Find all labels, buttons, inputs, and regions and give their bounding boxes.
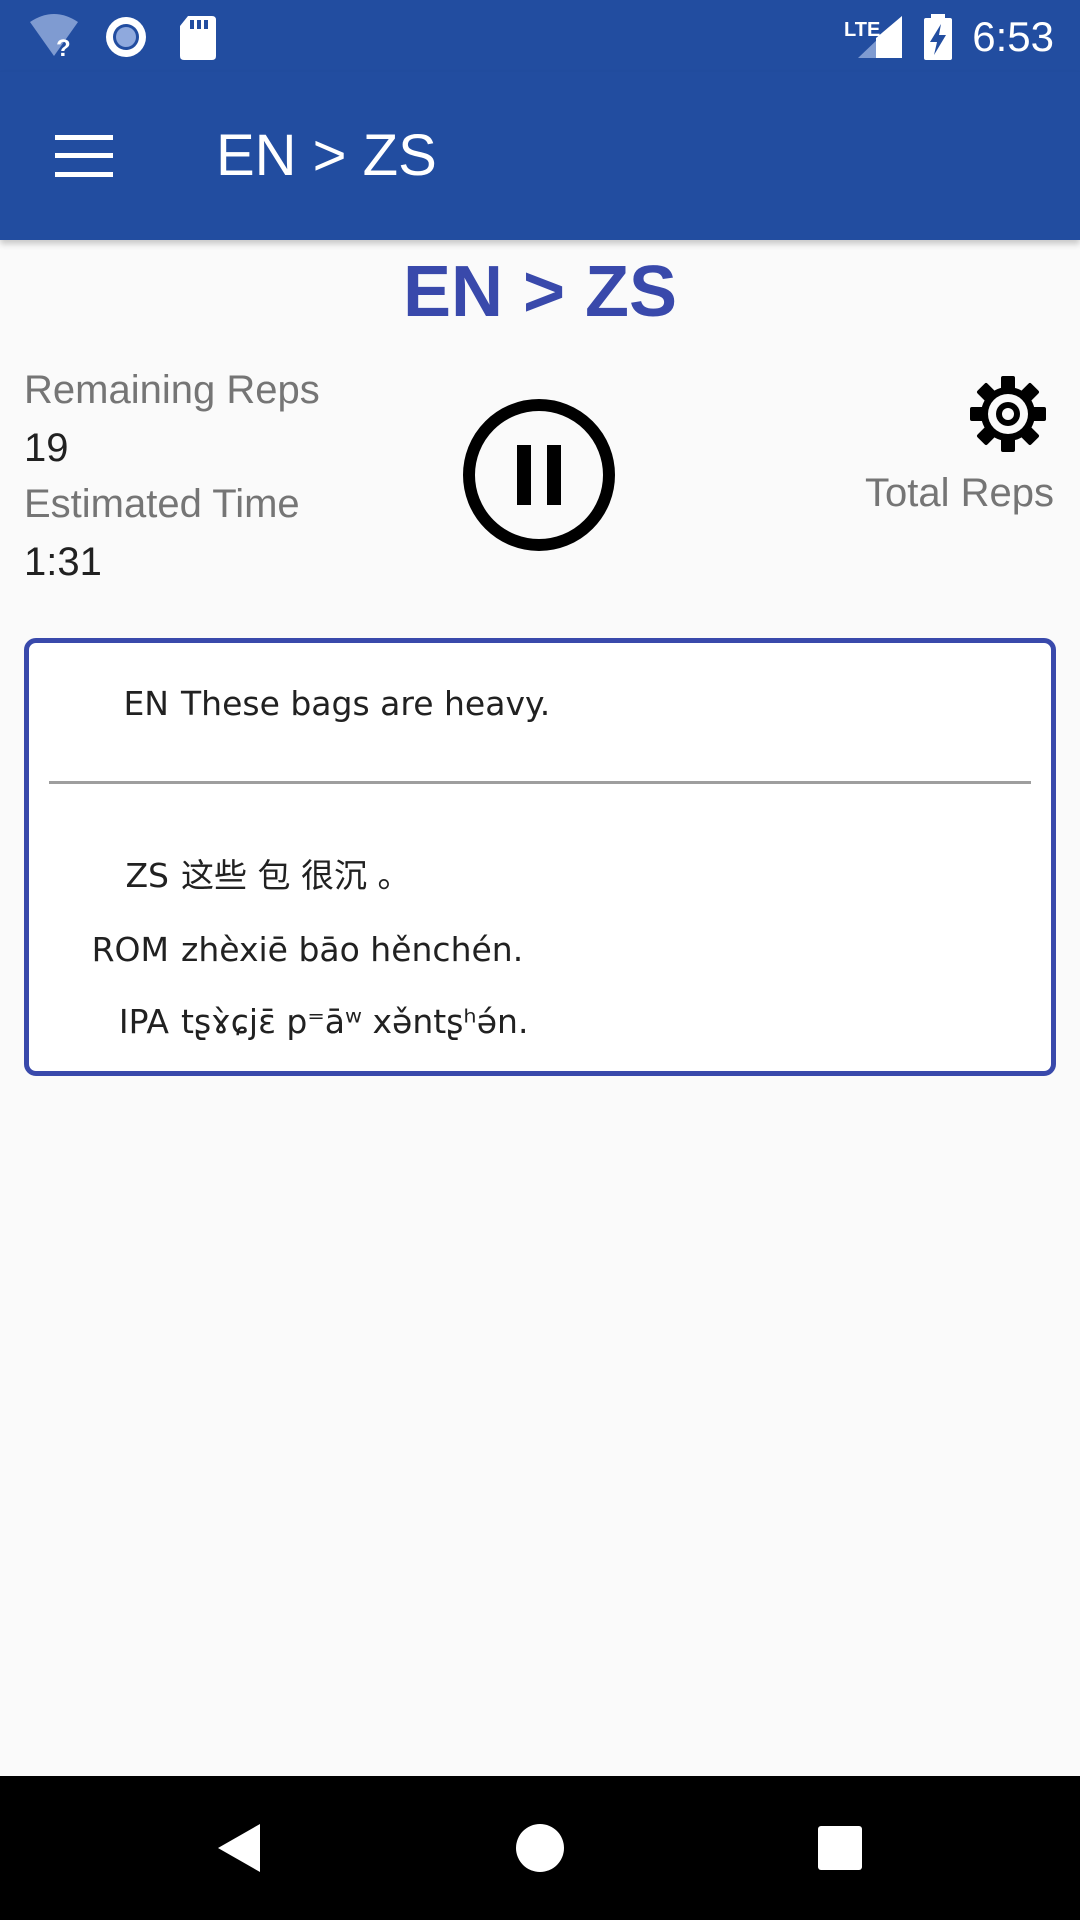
source-phrase-text: These bags are heavy. [181,684,551,723]
source-language-tag: EN [123,684,169,723]
ipa-row: IPA tʂɤ̀ɕjɛ̄ p⁼āʷ xə̌ntʂʰə́n. [29,997,529,1047]
system-nav-bar [0,1776,1080,1920]
target-phrase-row: ZS 这些 包 很沉 。 [29,851,410,901]
ipa-tag: IPA [118,1002,169,1041]
back-button[interactable] [192,1800,288,1896]
menu-button[interactable] [40,112,128,200]
remaining-reps-label: Remaining Reps [24,368,320,412]
sync-icon [100,12,152,62]
sd-card-icon [172,12,224,62]
home-button[interactable] [492,1800,588,1896]
screen: ? LTE 6:53 EN > ZS EN > ZS Remaining Rep… [0,0,1080,1920]
romanization-row: ROM zhèxiē bāo hěnchén. [29,925,524,975]
remaining-reps-value: 19 [24,426,69,470]
source-phrase-row: EN These bags are heavy. [29,679,550,729]
settings-button[interactable] [966,372,1050,456]
lte-signal-icon: LTE [842,12,904,62]
target-language-tag: ZS [125,856,169,895]
hamburger-menu-icon [55,135,113,177]
phrase-card: EN These bags are heavy. ZS 这些 包 很沉 。 RO… [24,638,1056,1076]
home-icon [516,1824,564,1872]
app-bar-title: EN > ZS [216,123,437,188]
svg-text:?: ? [56,35,71,62]
recents-button[interactable] [792,1800,888,1896]
status-time: 6:53 [972,13,1054,60]
network-label: LTE [844,19,880,41]
pause-button[interactable] [462,398,616,552]
page-title: EN > ZS [402,252,678,332]
romanization-tag: ROM [91,930,169,969]
estimated-time-label: Estimated Time [24,482,300,526]
app-bar: EN > ZS [0,72,1080,240]
wifi-unknown-icon: ? [28,12,80,62]
battery-charging-icon [918,12,958,62]
back-icon [218,1824,260,1872]
recents-icon [818,1826,862,1870]
ipa-text: tʂɤ̀ɕjɛ̄ p⁼āʷ xə̌ntʂʰə́n. [181,1002,529,1041]
estimated-time-value: 1:31 [24,540,102,584]
romanization-text: zhèxiē bāo hěnchén. [181,930,524,969]
pause-circle-icon [463,399,615,551]
status-bar: ? LTE 6:53 [0,0,1080,72]
target-phrase-text: 这些 包 很沉 。 [181,856,411,895]
gear-icon [970,376,1046,452]
card-divider [49,781,1031,784]
total-reps-label: Total Reps [865,471,1054,515]
